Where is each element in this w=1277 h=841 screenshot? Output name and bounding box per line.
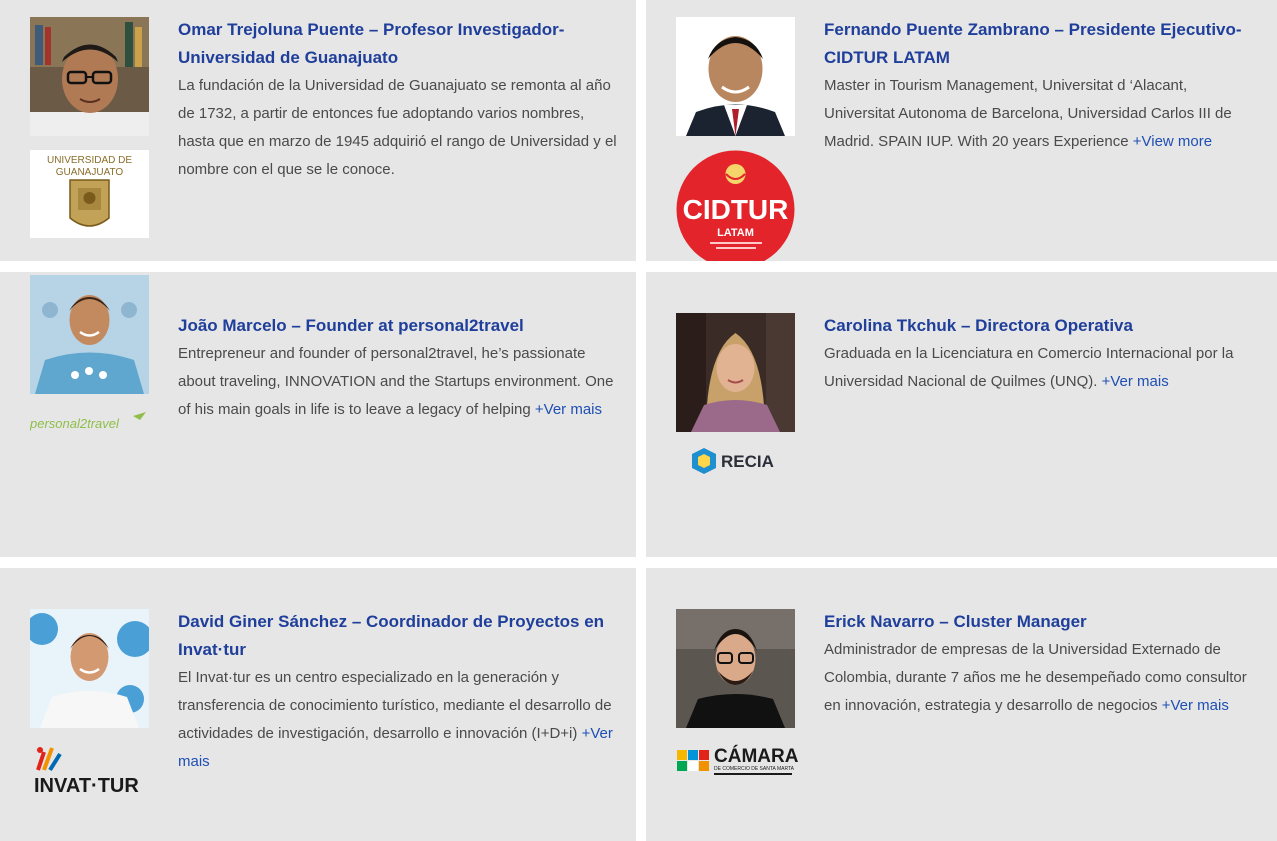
profile-name: Erick Navarro – Cluster Manager: [824, 612, 1087, 631]
cidtur-logo: CIDTUR LATAM: [676, 150, 795, 261]
profile-description: La fundación de la Universidad de Guanaj…: [178, 72, 618, 184]
profile-photo: [676, 17, 795, 136]
svg-text:personal2travel: personal2travel: [30, 416, 120, 431]
profile-photo: [30, 17, 149, 136]
invattur-logo: INVAT·TUR: [30, 744, 155, 800]
profile-card-fernando: CIDTUR LATAM Fernando Puente Zambrano – …: [646, 0, 1277, 261]
personal2travel-logo: personal2travel: [30, 404, 149, 436]
ver-mais-link[interactable]: +Ver mais: [1162, 697, 1229, 714]
profile-name: Omar Trejoluna Puente – Profesor Investi…: [178, 20, 565, 67]
profile-description: Entrepreneur and founder of personal2tra…: [178, 340, 618, 424]
svg-text:RECIA: RECIA: [721, 452, 774, 471]
profile-description: Administrador de empresas de la Universi…: [824, 636, 1254, 720]
university-logo: UNIVERSIDAD DE GUANAJUATO: [30, 150, 149, 238]
profile-photo: [30, 275, 149, 394]
profile-photo: [676, 313, 795, 432]
description-text: La fundación de la Universidad de Guanaj…: [178, 77, 617, 178]
svg-text:LATAM: LATAM: [717, 227, 754, 239]
ver-mais-link[interactable]: +Ver mais: [535, 401, 602, 418]
profile-card-david: INVAT·TUR David Giner Sánchez – Coordina…: [0, 568, 636, 841]
profile-card-erick: CÁMARA DE COMERCIO DE SANTA MARTA Erick …: [646, 568, 1277, 841]
description-text: El Invat·tur es un centro especializado …: [178, 669, 612, 742]
svg-text:INVAT·TUR: INVAT·TUR: [34, 775, 139, 797]
profile-description: Graduada en la Licenciatura en Comercio …: [824, 340, 1254, 396]
profile-photo: [676, 609, 795, 728]
svg-text:CÁMARA: CÁMARA: [714, 745, 799, 767]
svg-text:UNIVERSIDAD DEGUANAJUATO: UNIVERSIDAD DE GUANAJUATO: [47, 155, 132, 178]
profile-description: El Invat·tur es un centro especializado …: [178, 664, 618, 776]
profile-name: Carolina Tkchuk – Directora Operativa: [824, 316, 1133, 335]
profile-photo: [30, 609, 149, 728]
view-more-link[interactable]: +View more: [1133, 133, 1212, 150]
svg-text:DE COMERCIO DE SANTA MARTA: DE COMERCIO DE SANTA MARTA: [714, 766, 795, 772]
camara-logo: CÁMARA DE COMERCIO DE SANTA MARTA: [676, 744, 801, 784]
profile-name: João Marcelo – Founder at personal2trave…: [178, 316, 524, 335]
profile-card-carolina: RECIA Carolina Tkchuk – Directora Operat…: [646, 272, 1277, 557]
profile-card-omar: UNIVERSIDAD DE GUANAJUATO Omar Trejoluna …: [0, 0, 636, 261]
svg-text:CIDTUR: CIDTUR: [683, 194, 789, 225]
profile-description: Master in Tourism Management, Universita…: [824, 72, 1254, 156]
profile-card-joao: personal2travel João Marcelo – Founder a…: [0, 272, 636, 557]
description-text: Graduada en la Licenciatura en Comercio …: [824, 345, 1234, 390]
recia-logo: RECIA: [690, 444, 800, 478]
profile-name: David Giner Sánchez – Coordinador de Pro…: [178, 612, 605, 659]
ver-mais-link[interactable]: +Ver mais: [1102, 373, 1169, 390]
profile-name: Fernando Puente Zambrano – Presidente Ej…: [824, 20, 1242, 67]
